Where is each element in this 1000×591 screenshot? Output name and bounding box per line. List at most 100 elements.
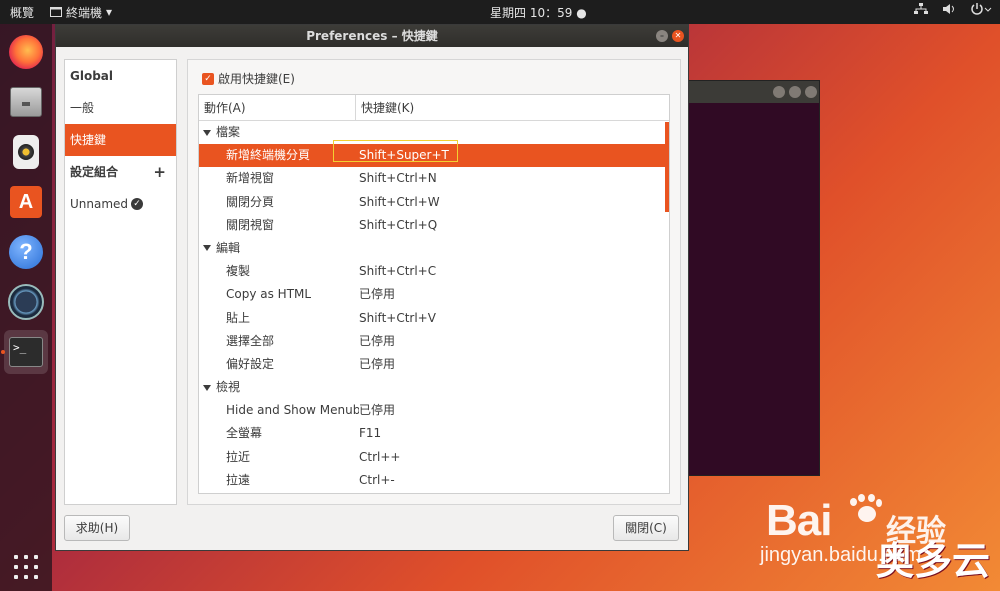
group-row-edit[interactable]: 編輯: [199, 237, 669, 260]
enable-shortcuts-label: 啟用快捷鍵(E): [218, 72, 295, 86]
enable-shortcuts-row[interactable]: ✓ 啟用快捷鍵(E): [202, 70, 295, 87]
minimize-button[interactable]: –: [656, 30, 668, 42]
expander-down-icon: [203, 384, 211, 391]
group-label: 檢視: [216, 380, 241, 395]
table-row[interactable]: 關閉視窗 Shift+Ctrl+Q: [199, 214, 669, 237]
action-cell: 選擇全部: [226, 333, 275, 348]
system-tray[interactable]: [914, 3, 992, 15]
background-terminal-window[interactable]: [672, 80, 820, 476]
table-row[interactable]: Copy as HTML 已停用: [199, 283, 669, 306]
chevron-down-icon: ▾: [106, 5, 113, 19]
watermark-overlay: 奥多云: [876, 539, 991, 583]
clock[interactable]: 星期四 10：59 ●: [490, 4, 587, 21]
highlight-annotation-box: [333, 140, 458, 162]
shortcut-cell[interactable]: 已停用: [359, 283, 395, 306]
profiles-header-label: 設定組合: [70, 165, 119, 179]
add-profile-icon[interactable]: +: [153, 156, 166, 188]
clock-text: 星期四 10：59: [490, 6, 573, 20]
table-header: 動作(A) 快捷鍵(K): [199, 95, 669, 121]
action-cell: 貼上: [226, 310, 251, 325]
action-cell: 拉近: [226, 449, 251, 464]
table-row[interactable]: Hide and Show Menubar 已停用: [199, 399, 669, 422]
volume-icon: [943, 4, 954, 14]
minimize-icon[interactable]: [773, 86, 785, 98]
terminal-icon: >_: [9, 337, 43, 367]
column-header-shortcut[interactable]: 快捷鍵(K): [356, 95, 414, 120]
dock-firefox[interactable]: [4, 30, 48, 74]
baidu-watermark: Bai 经验 jingyan.baidu.com 奥多云: [758, 486, 998, 586]
maximize-icon[interactable]: [789, 86, 801, 98]
shortcut-cell[interactable]: Shift+Ctrl+W: [359, 191, 440, 214]
shortcut-cell[interactable]: Shift+Ctrl+N: [359, 167, 437, 190]
dock-software-store[interactable]: A: [4, 180, 48, 224]
table-row[interactable]: 全螢幕 F11: [199, 422, 669, 445]
close-window-button[interactable]: ✕: [672, 30, 684, 42]
sidebar-item-general[interactable]: 一般: [65, 92, 176, 124]
show-applications-icon[interactable]: [14, 555, 38, 579]
enable-shortcuts-checkbox[interactable]: ✓: [202, 72, 214, 85]
shortcut-cell[interactable]: F11: [359, 422, 381, 445]
shortcut-cell[interactable]: Shift+Ctrl+Q: [359, 214, 437, 237]
close-icon[interactable]: [805, 86, 817, 98]
app-menu[interactable]: 終端機 ▾: [44, 4, 118, 21]
shortcut-cell[interactable]: Shift+Ctrl+V: [359, 307, 436, 330]
preferences-sidebar: Global 一般 快捷鍵 設定組合 + Unnamed ✓: [64, 59, 177, 505]
network-icon: [914, 3, 928, 14]
expander-down-icon: [203, 245, 211, 252]
action-cell: Copy as HTML: [226, 287, 312, 302]
dialog-titlebar[interactable]: Preferences – 快捷鍵 – ✕: [56, 25, 688, 47]
table-row[interactable]: 新增視窗 Shift+Ctrl+N: [199, 167, 669, 190]
group-row-view[interactable]: 檢視: [199, 376, 669, 399]
activities-button[interactable]: 概覽: [0, 4, 44, 21]
table-scrollbar[interactable]: [665, 122, 669, 212]
help-icon: ?: [9, 235, 43, 269]
top-bar: 概覽 終端機 ▾ 星期四 10：59 ●: [0, 0, 1000, 24]
default-profile-check-icon: ✓: [131, 198, 143, 210]
firefox-icon: [9, 35, 43, 69]
shortcut-cell[interactable]: 已停用: [359, 399, 395, 422]
app-menu-label: 終端機: [66, 5, 103, 20]
sidebar-header-profiles: 設定組合 +: [65, 156, 176, 188]
column-header-action[interactable]: 動作(A): [199, 95, 356, 120]
action-cell: Hide and Show Menubar: [226, 403, 359, 418]
baidu-paw-logo-icon: [846, 494, 882, 524]
action-cell: 關閉分頁: [226, 194, 275, 209]
shortcut-cell[interactable]: 已停用: [359, 353, 395, 376]
table-row[interactable]: 拉遠 Ctrl+-: [199, 469, 669, 492]
dock-rhythmbox[interactable]: [4, 130, 48, 174]
sidebar-item-shortcuts[interactable]: 快捷鍵: [65, 124, 176, 156]
running-indicator: [1, 350, 5, 354]
preferences-dialog: Preferences – 快捷鍵 – ✕ Global 一般 快捷鍵 設定組合…: [55, 24, 689, 551]
shortcut-cell[interactable]: 已停用: [359, 330, 395, 353]
close-icon: ✕: [674, 31, 682, 40]
notification-dot-icon: ●: [576, 6, 587, 20]
dock: A ? >_: [0, 24, 52, 591]
power-menu-icon: [971, 3, 992, 15]
table-row[interactable]: 選擇全部 已停用: [199, 330, 669, 353]
shortcut-cell[interactable]: Ctrl++: [359, 446, 400, 469]
table-row[interactable]: 貼上 Shift+Ctrl+V: [199, 307, 669, 330]
group-label: 編輯: [216, 240, 241, 255]
table-row[interactable]: 複製 Shift+Ctrl+C: [199, 260, 669, 283]
software-store-icon: A: [10, 186, 42, 218]
table-row[interactable]: 偏好設定 已停用: [199, 353, 669, 376]
dock-help[interactable]: ?: [4, 230, 48, 274]
expander-down-icon: [203, 129, 211, 136]
table-row[interactable]: 關閉分頁 Shift+Ctrl+W: [199, 191, 669, 214]
help-button[interactable]: 求助(H): [64, 515, 130, 541]
close-button[interactable]: 關閉(C): [613, 515, 679, 541]
shortcut-cell[interactable]: Ctrl+-: [359, 469, 395, 492]
dock-terminal[interactable]: >_: [1, 330, 48, 374]
dock-software-updater[interactable]: [4, 280, 48, 324]
shortcut-cell[interactable]: Shift+Ctrl+C: [359, 260, 436, 283]
background-window-titlebar[interactable]: [673, 81, 819, 103]
group-label: 檔案: [216, 125, 241, 139]
sidebar-header-global: Global: [70, 69, 114, 83]
action-cell: 新增視窗: [226, 171, 275, 186]
terminal-glyph: >_: [13, 341, 27, 354]
sidebar-item-profile[interactable]: Unnamed ✓: [65, 188, 176, 220]
table-row[interactable]: 拉近 Ctrl++: [199, 446, 669, 469]
watermark-brand: Bai: [766, 496, 832, 545]
files-icon: [10, 87, 42, 117]
dock-files[interactable]: [4, 80, 48, 124]
